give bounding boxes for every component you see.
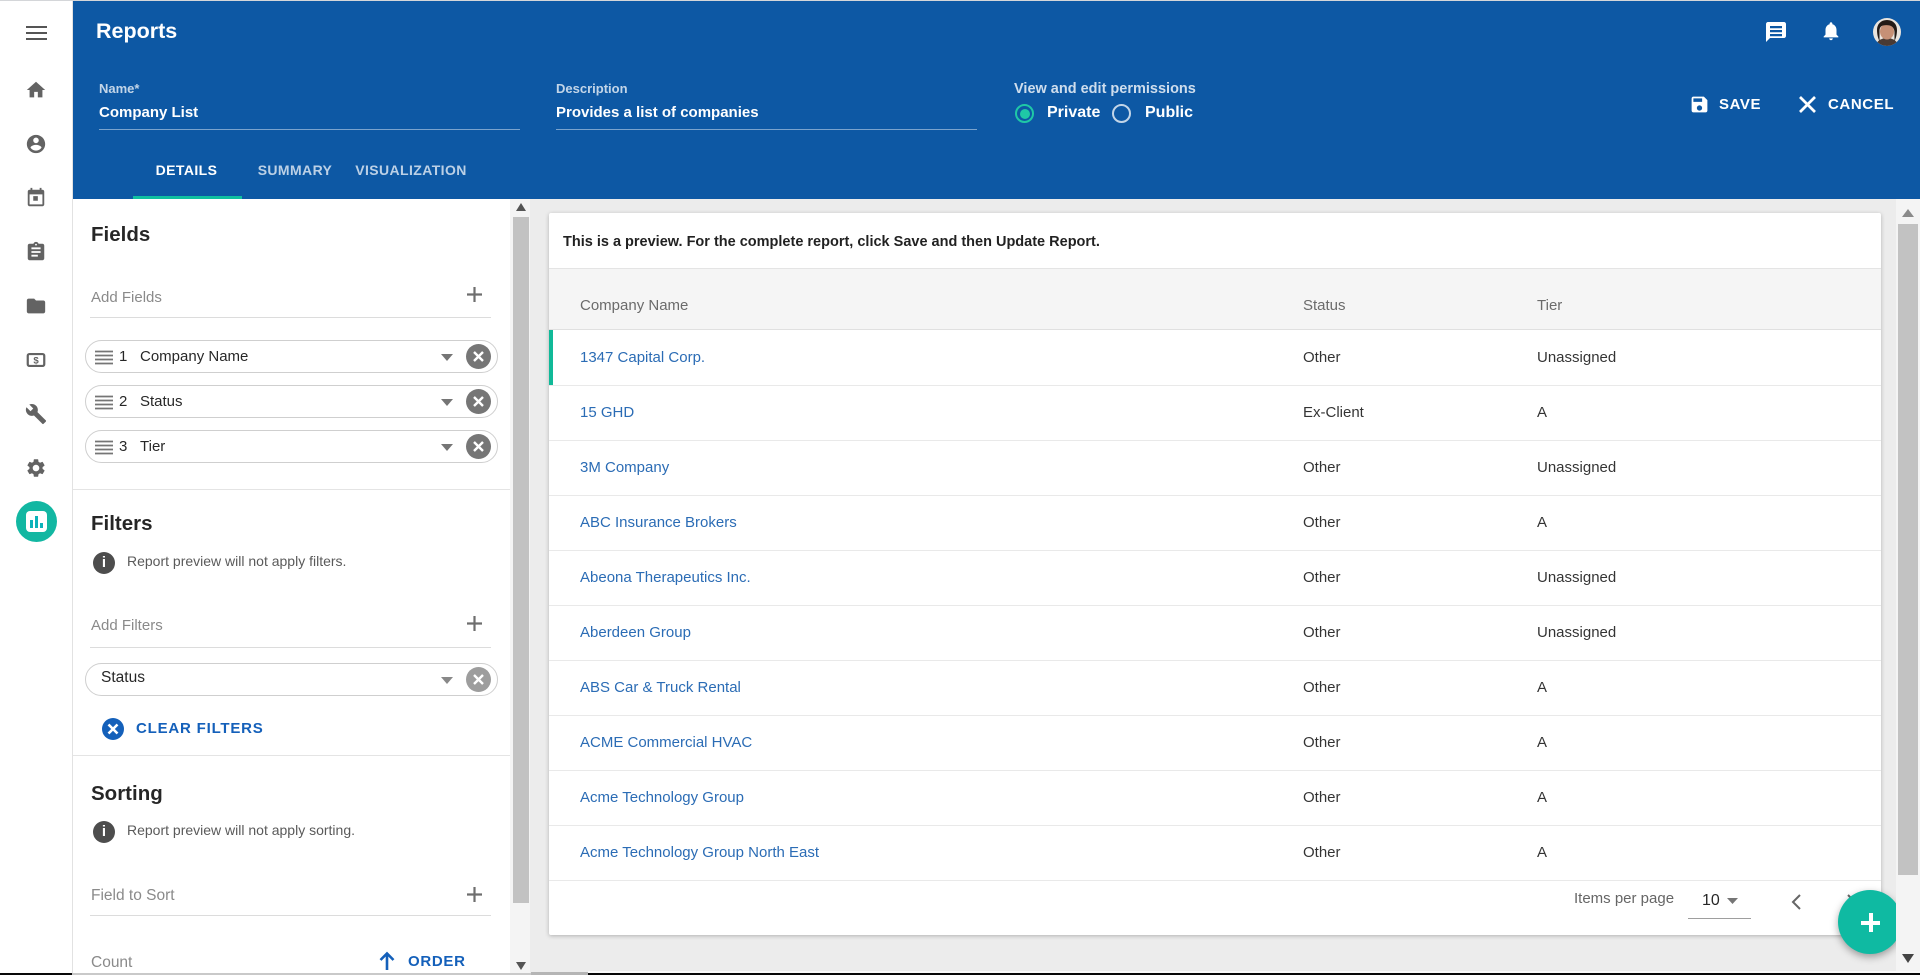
svg-text:$: $ <box>33 355 39 366</box>
